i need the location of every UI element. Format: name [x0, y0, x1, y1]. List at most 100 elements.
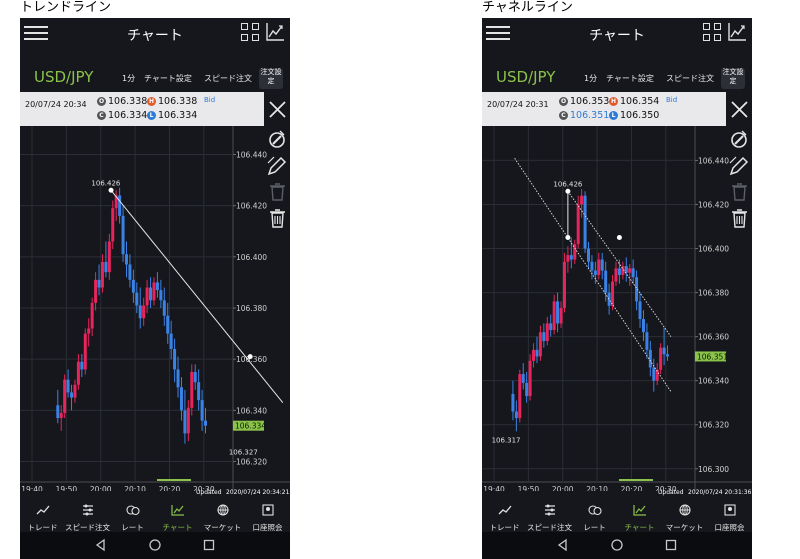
x-tick-label: 20:20	[621, 485, 643, 491]
trash-icon	[732, 183, 747, 201]
candle-body	[645, 332, 649, 350]
bid-label: Bid	[204, 96, 216, 104]
y-tick-label: 106.320	[236, 458, 267, 467]
candle-body	[111, 208, 115, 242]
candle-body	[641, 319, 645, 333]
candle-body	[556, 301, 560, 324]
candle-body	[587, 248, 590, 262]
close-icon[interactable]	[265, 98, 290, 122]
chart-settings-button[interactable]: チャート設定	[144, 73, 192, 84]
candle-body	[662, 347, 666, 355]
candle-body	[83, 333, 87, 370]
scroll-indicator	[619, 479, 653, 481]
candle-body	[90, 302, 94, 329]
chart-nav-icon	[170, 505, 184, 516]
currency-pair[interactable]: USD/JPY	[496, 68, 555, 86]
x-tick-label: 19:40	[21, 485, 43, 491]
candle-body	[525, 382, 529, 397]
close-icon[interactable]	[727, 98, 752, 122]
candle-body	[107, 241, 111, 273]
candle-body	[514, 411, 518, 419]
nav-trade[interactable]: トレード	[482, 501, 527, 533]
candle-body	[138, 305, 142, 319]
candle-body	[562, 261, 566, 308]
candle-body	[97, 279, 101, 288]
currency-pair[interactable]: USD/JPY	[34, 68, 93, 86]
nav-chart[interactable]: チャート	[155, 501, 200, 533]
order-settings-button[interactable]: 注文設定	[721, 68, 745, 89]
ohlc-panel: 20/07/24 20:31 O 106.353 H 106.354 Bid C 10…	[482, 92, 726, 126]
recents-icon[interactable]	[663, 537, 679, 553]
y-tick-label: 106.440	[236, 150, 267, 159]
recents-icon[interactable]	[201, 537, 217, 553]
candle-body	[76, 361, 80, 385]
chart-settings-button[interactable]: チャート設定	[606, 73, 654, 84]
magnet-icon[interactable]	[265, 128, 290, 152]
price-chart[interactable]: 106.440106.420106.400106.380106.360106.3…	[20, 126, 290, 491]
low-price: L 106.350	[609, 110, 659, 121]
nav-chart[interactable]: チャート	[617, 501, 662, 533]
bid-label: Bid	[666, 96, 678, 104]
candle-body	[652, 367, 656, 381]
trend-line-anchor	[108, 187, 114, 193]
updated-time: 2020/07/24 20:31:36	[688, 489, 752, 496]
phone-screen-trendline: チャート USD/JPY 1分 チャート設定 スピード注文 注文設定 20/07…	[20, 18, 290, 559]
back-icon[interactable]	[93, 537, 109, 553]
order-settings-button[interactable]: 注文設定	[259, 68, 283, 89]
nav-market[interactable]: マーケット	[662, 501, 707, 533]
low-value: 106.334	[158, 110, 198, 121]
price-chart[interactable]: 106.440106.420106.400106.380106.360106.3…	[482, 126, 752, 491]
magnet-icon[interactable]	[727, 128, 752, 152]
y-tick-label: 106.340	[698, 377, 729, 386]
y-tick-label: 106.420	[236, 202, 267, 211]
price-annotation: 106.327	[229, 449, 258, 457]
x-tick-label: 19:50	[518, 485, 540, 491]
nav-account[interactable]: 口座照会	[245, 501, 290, 533]
open-badge: O	[559, 97, 568, 106]
open-value: 106.353	[570, 96, 610, 107]
back-icon[interactable]	[555, 537, 571, 553]
caption-trendline: トレンドライン	[20, 0, 112, 15]
candle-body	[597, 259, 601, 275]
y-tick-label: 106.360	[698, 333, 729, 342]
interval-button[interactable]: 1分	[122, 73, 135, 84]
system-navigation-bar	[20, 532, 290, 559]
layout-grid-icon[interactable]	[241, 23, 260, 42]
nav-trade[interactable]: トレード	[20, 501, 65, 533]
speed-order-icon	[82, 504, 93, 516]
draw-line-icon[interactable]	[727, 154, 752, 178]
home-icon[interactable]	[609, 537, 625, 553]
speed-order-button[interactable]: スピード注文	[204, 73, 252, 84]
low-badge: L	[609, 111, 618, 120]
speed-order-button[interactable]: スピード注文	[666, 73, 714, 84]
nav-rate[interactable]: レート	[572, 501, 617, 533]
candle-body	[631, 268, 635, 278]
candle-body	[145, 287, 149, 306]
nav-market[interactable]: マーケット	[200, 501, 245, 533]
price-annotation: 106.426	[91, 179, 120, 187]
home-icon[interactable]	[147, 537, 163, 553]
rate-icon	[125, 505, 140, 516]
close-price: C 106.351	[559, 110, 609, 121]
trash-all-icon[interactable]	[727, 206, 752, 230]
chart-type-icon[interactable]	[727, 22, 747, 42]
y-tick-label: 106.320	[698, 421, 729, 430]
candle-body	[200, 400, 204, 421]
high-price: H 106.354	[609, 96, 659, 107]
candle-body	[511, 393, 515, 412]
trash-all-icon[interactable]	[265, 206, 290, 230]
candle-body	[593, 270, 597, 275]
layout-grid-icon[interactable]	[703, 23, 722, 42]
nav-account[interactable]: 口座照会	[707, 501, 752, 533]
nav-speed-order[interactable]: スピード注文	[65, 501, 110, 533]
candle-body	[528, 360, 532, 397]
interval-button[interactable]: 1分	[584, 73, 597, 84]
chart-type-icon[interactable]	[265, 22, 285, 42]
trade-icon	[36, 505, 49, 515]
candle-body	[197, 382, 201, 401]
nav-rate[interactable]: レート	[110, 501, 155, 533]
candle-body	[183, 410, 187, 434]
nav-speed-order[interactable]: スピード注文	[527, 501, 572, 533]
draw-line-icon[interactable]	[265, 154, 290, 178]
candle-body	[73, 384, 77, 398]
